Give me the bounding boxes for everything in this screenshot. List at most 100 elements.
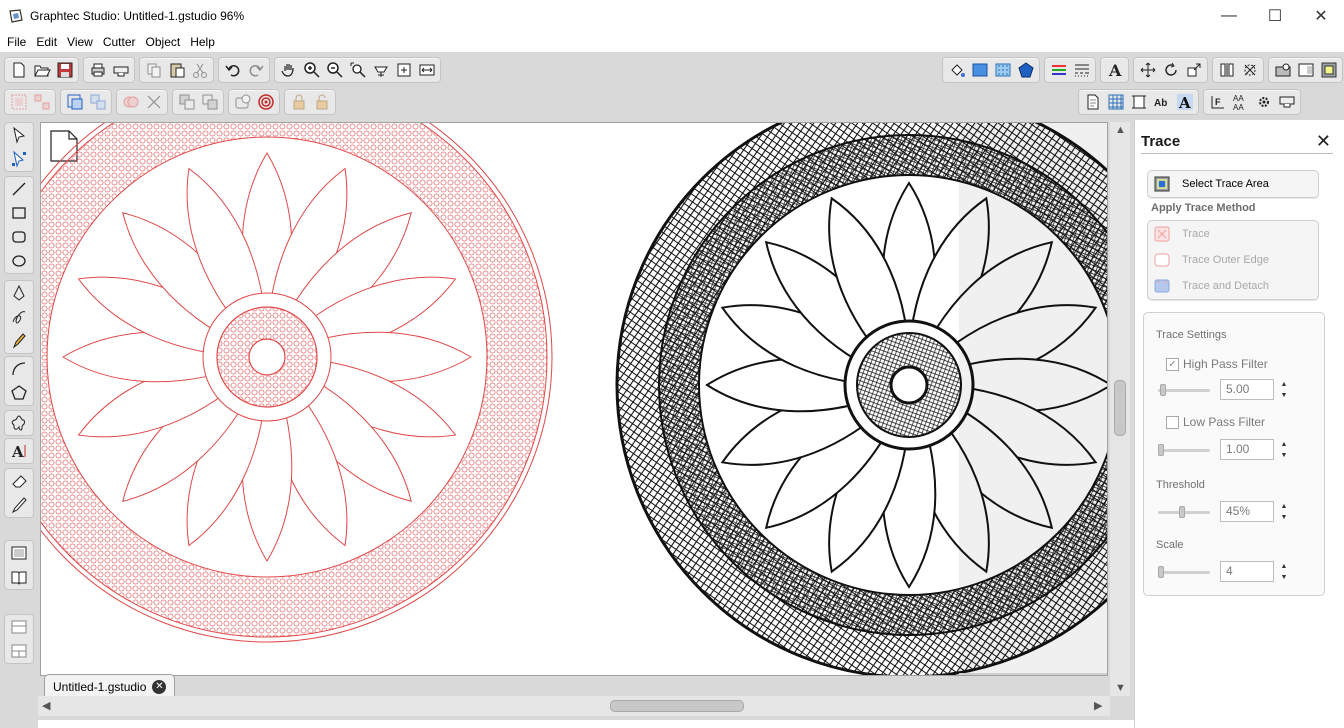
high-pass-checkbox[interactable]: ✓ bbox=[1166, 357, 1179, 371]
polygon-tool-icon[interactable] bbox=[5, 381, 33, 405]
line-color-icon[interactable] bbox=[1047, 59, 1070, 81]
split-view-bottom-icon[interactable] bbox=[5, 639, 33, 663]
zoom-in-icon[interactable] bbox=[300, 59, 323, 81]
edit-points-icon[interactable] bbox=[5, 147, 33, 171]
select-arrow-icon[interactable] bbox=[5, 123, 33, 147]
scale-slider[interactable] bbox=[1158, 571, 1210, 574]
page-setup-icon[interactable] bbox=[1294, 59, 1317, 81]
trace-method-outer-edge[interactable]: Trace Outer Edge bbox=[1148, 247, 1318, 273]
close-window-button[interactable]: ✕ bbox=[1298, 0, 1344, 32]
trace-method-trace[interactable]: Trace bbox=[1148, 221, 1318, 247]
send-icon[interactable] bbox=[1275, 91, 1298, 113]
scale-slider-knob[interactable] bbox=[1158, 566, 1164, 578]
horizontal-scrollbar[interactable]: ◀ ▶ bbox=[38, 696, 1110, 716]
ungroup-icon[interactable] bbox=[30, 91, 53, 113]
menu-cutter[interactable]: Cutter bbox=[98, 32, 141, 52]
high-pass-filter-row[interactable]: ✓ High Pass Filter bbox=[1166, 357, 1268, 371]
print-icon[interactable] bbox=[86, 59, 109, 81]
arc-tool-icon[interactable] bbox=[5, 357, 33, 381]
menu-view[interactable]: View bbox=[62, 32, 98, 52]
close-tab-icon[interactable]: ✕ bbox=[152, 679, 167, 694]
scale-value-field[interactable]: 4 bbox=[1220, 561, 1274, 582]
zoom-out-icon[interactable] bbox=[323, 59, 346, 81]
open-icon[interactable] bbox=[30, 59, 53, 81]
send-to-cutter-icon[interactable] bbox=[109, 59, 132, 81]
rectangle-tool-icon[interactable] bbox=[5, 201, 33, 225]
new-doc-icon[interactable] bbox=[7, 59, 30, 81]
scroll-down-icon[interactable]: ▼ bbox=[1115, 682, 1126, 694]
document-tab[interactable]: Untitled-1.gstudio ✕ bbox=[44, 674, 176, 698]
send-back-icon[interactable] bbox=[175, 91, 198, 113]
compound-icon[interactable] bbox=[63, 91, 86, 113]
low-pass-checkbox[interactable] bbox=[1166, 415, 1179, 429]
zoom-area-icon[interactable] bbox=[346, 59, 369, 81]
vertical-scroll-thumb[interactable] bbox=[1114, 380, 1126, 436]
split-view-top-icon[interactable] bbox=[5, 615, 33, 639]
fill-bucket-icon[interactable] bbox=[945, 59, 968, 81]
scale-stepper[interactable]: ▲ ▼ bbox=[1280, 561, 1288, 583]
save-icon[interactable] bbox=[53, 59, 76, 81]
panel-color-icon[interactable] bbox=[968, 59, 991, 81]
release-compound-icon[interactable] bbox=[86, 91, 109, 113]
vertical-scrollbar[interactable]: ▲ ▼ bbox=[1110, 122, 1130, 696]
line-tool-icon[interactable] bbox=[5, 177, 33, 201]
offset-icon[interactable] bbox=[231, 91, 254, 113]
trace-icon[interactable] bbox=[1317, 59, 1340, 81]
scroll-left-icon[interactable]: ◀ bbox=[42, 699, 50, 712]
text-size-icon[interactable]: AA AA bbox=[1229, 91, 1252, 113]
menu-edit[interactable]: Edit bbox=[31, 32, 62, 52]
page-icon[interactable] bbox=[1081, 91, 1104, 113]
line-style-icon[interactable] bbox=[1070, 59, 1093, 81]
low-pass-slider-knob[interactable] bbox=[1158, 444, 1164, 456]
panel-pattern-icon[interactable] bbox=[991, 59, 1014, 81]
trace-method-detach[interactable]: Trace and Detach bbox=[1148, 273, 1318, 299]
threshold-value-field[interactable]: 45% bbox=[1220, 501, 1274, 522]
scroll-up-icon[interactable]: ▲ bbox=[1115, 124, 1126, 136]
layer-view-icon[interactable] bbox=[5, 541, 33, 565]
replicate-icon[interactable] bbox=[1238, 59, 1261, 81]
settings-icon[interactable] bbox=[1252, 91, 1275, 113]
text-tool-icon[interactable]: A bbox=[5, 439, 33, 463]
transform-move-icon[interactable] bbox=[1136, 59, 1159, 81]
subtract-icon[interactable] bbox=[142, 91, 165, 113]
align-icon[interactable] bbox=[1215, 59, 1238, 81]
knife-icon[interactable] bbox=[5, 493, 33, 517]
undo-icon[interactable] bbox=[221, 59, 244, 81]
bring-front-icon[interactable] bbox=[198, 91, 221, 113]
low-pass-stepper[interactable]: ▲ ▼ bbox=[1280, 439, 1288, 461]
unlock-icon[interactable] bbox=[310, 91, 333, 113]
horizontal-scroll-thumb[interactable] bbox=[610, 700, 744, 712]
minimize-button[interactable]: — bbox=[1206, 0, 1252, 32]
grid-icon[interactable] bbox=[1104, 91, 1127, 113]
maximize-button[interactable]: ☐ bbox=[1252, 0, 1298, 32]
target-icon[interactable] bbox=[254, 91, 277, 113]
shape-fill-icon[interactable] bbox=[1014, 59, 1037, 81]
print-and-cut-icon[interactable] bbox=[1271, 59, 1294, 81]
rotate-icon[interactable] bbox=[1159, 59, 1182, 81]
font-icon[interactable]: A bbox=[1173, 91, 1196, 113]
low-pass-value-field[interactable]: 1.00 bbox=[1220, 439, 1274, 460]
group-icon[interactable] bbox=[7, 91, 30, 113]
pen-tool-icon[interactable] bbox=[5, 281, 33, 305]
fit-width-icon[interactable] bbox=[415, 59, 438, 81]
ellipse-tool-icon[interactable] bbox=[5, 249, 33, 273]
threshold-slider-knob[interactable] bbox=[1179, 506, 1185, 518]
star-tool-icon[interactable] bbox=[5, 411, 33, 435]
menu-file[interactable]: File bbox=[2, 32, 31, 52]
library-icon[interactable] bbox=[5, 565, 33, 589]
low-pass-filter-row[interactable]: Low Pass Filter bbox=[1166, 415, 1265, 429]
eraser-icon[interactable] bbox=[5, 469, 33, 493]
weld-icon[interactable] bbox=[119, 91, 142, 113]
rounded-rect-tool-icon[interactable] bbox=[5, 225, 33, 249]
high-pass-value-field[interactable]: 5.00 bbox=[1220, 379, 1274, 400]
fit-selection-icon[interactable] bbox=[392, 59, 415, 81]
copy-icon[interactable] bbox=[142, 59, 165, 81]
cut-icon[interactable] bbox=[188, 59, 211, 81]
low-pass-slider[interactable] bbox=[1158, 449, 1210, 452]
pan-hand-icon[interactable] bbox=[277, 59, 300, 81]
position-icon[interactable]: F bbox=[1206, 91, 1229, 113]
redo-icon[interactable] bbox=[244, 59, 267, 81]
text-style-icon[interactable]: Ab bbox=[1150, 91, 1173, 113]
high-pass-stepper[interactable]: ▲ ▼ bbox=[1280, 379, 1288, 401]
zoom-page-icon[interactable] bbox=[369, 59, 392, 81]
